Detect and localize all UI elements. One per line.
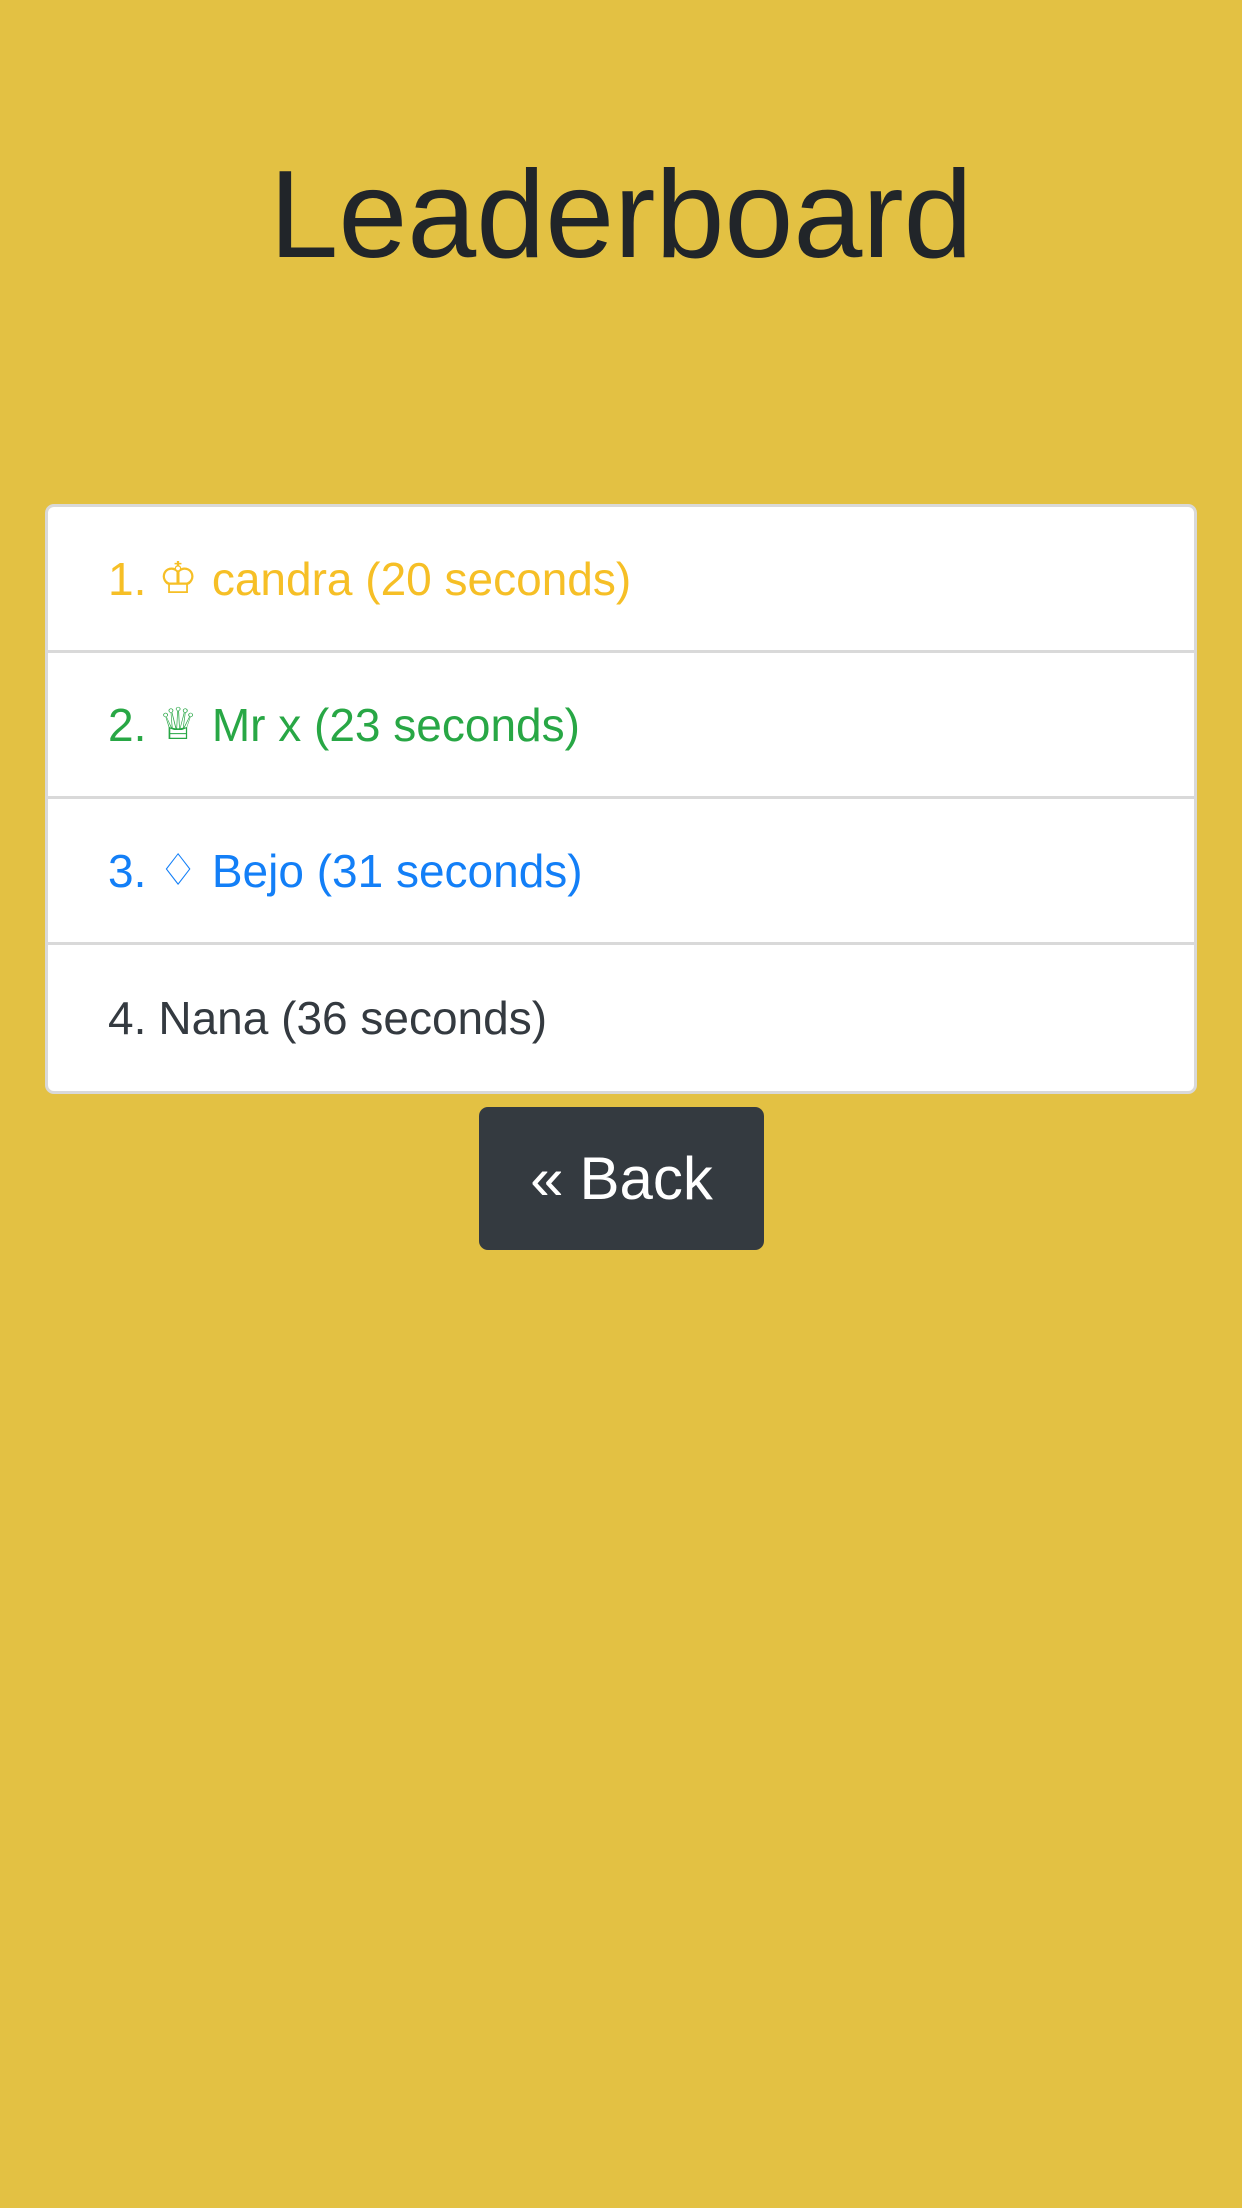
back-button-label: Back bbox=[579, 1145, 713, 1212]
page-title: Leaderboard bbox=[269, 146, 973, 284]
king-crown-icon: ♔ bbox=[158, 553, 198, 604]
list-item: 1. ♔ candra (20 seconds) bbox=[48, 507, 1194, 653]
player-name: Nana bbox=[158, 992, 269, 1044]
list-item: 3. ♢ Bejo (31 seconds) bbox=[48, 799, 1194, 945]
rank-number: 1. bbox=[108, 552, 147, 605]
player-time: (20 seconds) bbox=[365, 552, 632, 605]
back-button[interactable]: « Back bbox=[479, 1107, 764, 1250]
queen-crown-icon: ♕ bbox=[158, 699, 198, 750]
leaderboard-page: Leaderboard 1. ♔ candra (20 seconds) 2. … bbox=[0, 0, 1242, 2208]
player-time: (31 seconds) bbox=[316, 844, 583, 897]
rank-number: 2. bbox=[108, 698, 147, 751]
player-name: Mr x bbox=[211, 698, 302, 751]
player-time: (23 seconds) bbox=[314, 698, 580, 751]
player-name: Bejo bbox=[211, 844, 304, 897]
rank-number: 4. bbox=[108, 992, 147, 1044]
list-item: 4. Nana (36 seconds) bbox=[48, 945, 1194, 1091]
list-item: 2. ♕ Mr x (23 seconds) bbox=[48, 653, 1194, 799]
player-name: candra bbox=[211, 552, 353, 605]
leaderboard-list: 1. ♔ candra (20 seconds) 2. ♕ Mr x (23 s… bbox=[45, 504, 1197, 1094]
rank-number: 3. bbox=[108, 844, 147, 897]
double-chevron-left-icon: « bbox=[530, 1145, 564, 1212]
diamond-icon: ♢ bbox=[158, 845, 198, 896]
player-time: (36 seconds) bbox=[281, 992, 548, 1044]
